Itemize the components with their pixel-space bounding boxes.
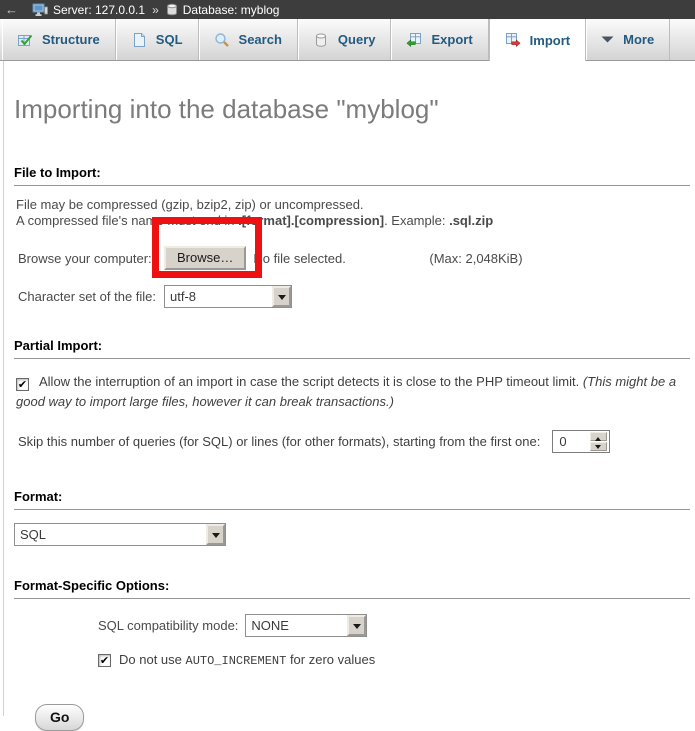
auto-increment-label: Do not use AUTO_INCREMENT for zero value…	[119, 652, 375, 668]
chevron-down-icon	[601, 36, 614, 43]
import-icon	[505, 32, 521, 48]
tab-sql-label: SQL	[156, 32, 183, 47]
tab-export-label: Export	[431, 32, 472, 47]
allow-interruption-row: ✔ Allow the interruption of an import in …	[16, 372, 682, 412]
section-heading-format-specific: Format-Specific Options:	[14, 578, 690, 599]
search-icon	[214, 32, 230, 48]
compression-line: File may be compressed (gzip, bzip2, zip…	[16, 197, 364, 212]
auto-increment-checkbox[interactable]: ✔	[98, 654, 111, 667]
tab-sql[interactable]: SQL	[116, 19, 199, 60]
go-button[interactable]: Go	[35, 704, 84, 731]
section-heading-partial-import: Partial Import:	[14, 338, 690, 359]
stepper-up-button[interactable]	[590, 432, 607, 441]
dropdown-arrow-icon[interactable]	[206, 524, 225, 545]
charset-selected-value: utf-8	[165, 286, 272, 307]
breadcrumb-separator: »	[152, 3, 159, 17]
tab-query-label: Query	[338, 32, 376, 47]
charset-row: Character set of the file: utf-8	[18, 285, 690, 308]
browse-label: Browse your computer:	[18, 251, 164, 266]
sql-compatibility-value: NONE	[246, 615, 347, 636]
tab-search[interactable]: Search	[199, 19, 298, 60]
stepper-down-button[interactable]	[590, 442, 607, 451]
breadcrumb-server[interactable]: Server: 127.0.0.1	[53, 3, 145, 17]
sql-compatibility-row: SQL compatibility mode: NONE	[98, 614, 690, 637]
browse-button[interactable]: Browse…	[164, 246, 246, 270]
no-file-selected-text: No file selected.	[253, 251, 429, 266]
tab-import[interactable]: Import	[489, 19, 586, 61]
tab-more-label: More	[623, 32, 654, 47]
skip-queries-row: Skip this number of queries (for SQL) or…	[18, 430, 690, 453]
dropdown-arrow-icon[interactable]	[347, 615, 366, 636]
sql-icon	[131, 32, 147, 48]
compression-info: File may be compressed (gzip, bzip2, zip…	[16, 197, 690, 229]
breadcrumb-database[interactable]: Database: myblog	[183, 3, 280, 17]
database-icon	[166, 3, 178, 16]
format-row: SQL	[14, 523, 690, 546]
sql-compatibility-select[interactable]: NONE	[245, 614, 367, 637]
export-icon	[406, 32, 422, 48]
tab-export[interactable]: Export	[391, 19, 488, 60]
name-rule-prefix: A compressed file's name must end in	[16, 213, 238, 228]
allow-interruption-checkbox[interactable]: ✔	[16, 378, 29, 391]
tab-bar: Structure SQL Search Query	[0, 19, 695, 61]
zero-suffix: for zero values	[286, 652, 375, 667]
tab-search-label: Search	[239, 32, 282, 47]
import-page: Importing into the database "myblog" Fil…	[0, 94, 695, 731]
tab-more[interactable]: More	[586, 19, 670, 60]
server-icon	[32, 3, 48, 17]
query-icon	[313, 32, 329, 48]
sql-compatibility-label: SQL compatibility mode:	[98, 618, 238, 633]
name-rule-mid: . Example:	[384, 213, 449, 228]
server-breadcrumb-bar: ← Server: 127.0.0.1 » Database: myblog	[0, 0, 695, 19]
allow-interruption-label: Allow the interruption of an import in c…	[39, 374, 583, 389]
zero-values-row: ✔ Do not use AUTO_INCREMENT for zero val…	[98, 652, 690, 668]
format-select[interactable]: SQL	[14, 523, 226, 546]
skip-queries-stepper[interactable]: 0	[552, 430, 610, 453]
tab-structure-label: Structure	[42, 32, 100, 47]
tab-structure[interactable]: Structure	[2, 19, 116, 60]
charset-label: Character set of the file:	[18, 289, 164, 304]
dropdown-arrow-icon[interactable]	[272, 286, 291, 307]
page-title: Importing into the database "myblog"	[14, 94, 690, 124]
section-heading-format: Format:	[14, 489, 690, 510]
format-specific-options: SQL compatibility mode: NONE ✔ Do not us…	[98, 614, 690, 668]
skip-queries-value: 0	[553, 434, 590, 449]
name-rule-example: .sql.zip	[449, 213, 493, 228]
back-arrow-icon[interactable]: ←	[5, 0, 27, 19]
structure-icon	[17, 32, 33, 48]
charset-select[interactable]: utf-8	[164, 285, 292, 308]
tab-query[interactable]: Query	[298, 19, 392, 60]
format-selected-value: SQL	[15, 524, 206, 545]
max-upload-size: (Max: 2,048KiB)	[429, 251, 522, 266]
zero-code: AUTO_INCREMENT	[186, 654, 287, 668]
tab-import-label: Import	[530, 33, 570, 48]
browse-row: Browse your computer: Browse… No file se…	[18, 246, 690, 270]
skip-queries-label: Skip this number of queries (for SQL) or…	[18, 434, 540, 449]
zero-prefix: Do not use	[119, 652, 186, 667]
name-rule-pattern: .[format].[compression]	[238, 213, 384, 228]
section-heading-file-to-import: File to Import:	[14, 165, 690, 186]
